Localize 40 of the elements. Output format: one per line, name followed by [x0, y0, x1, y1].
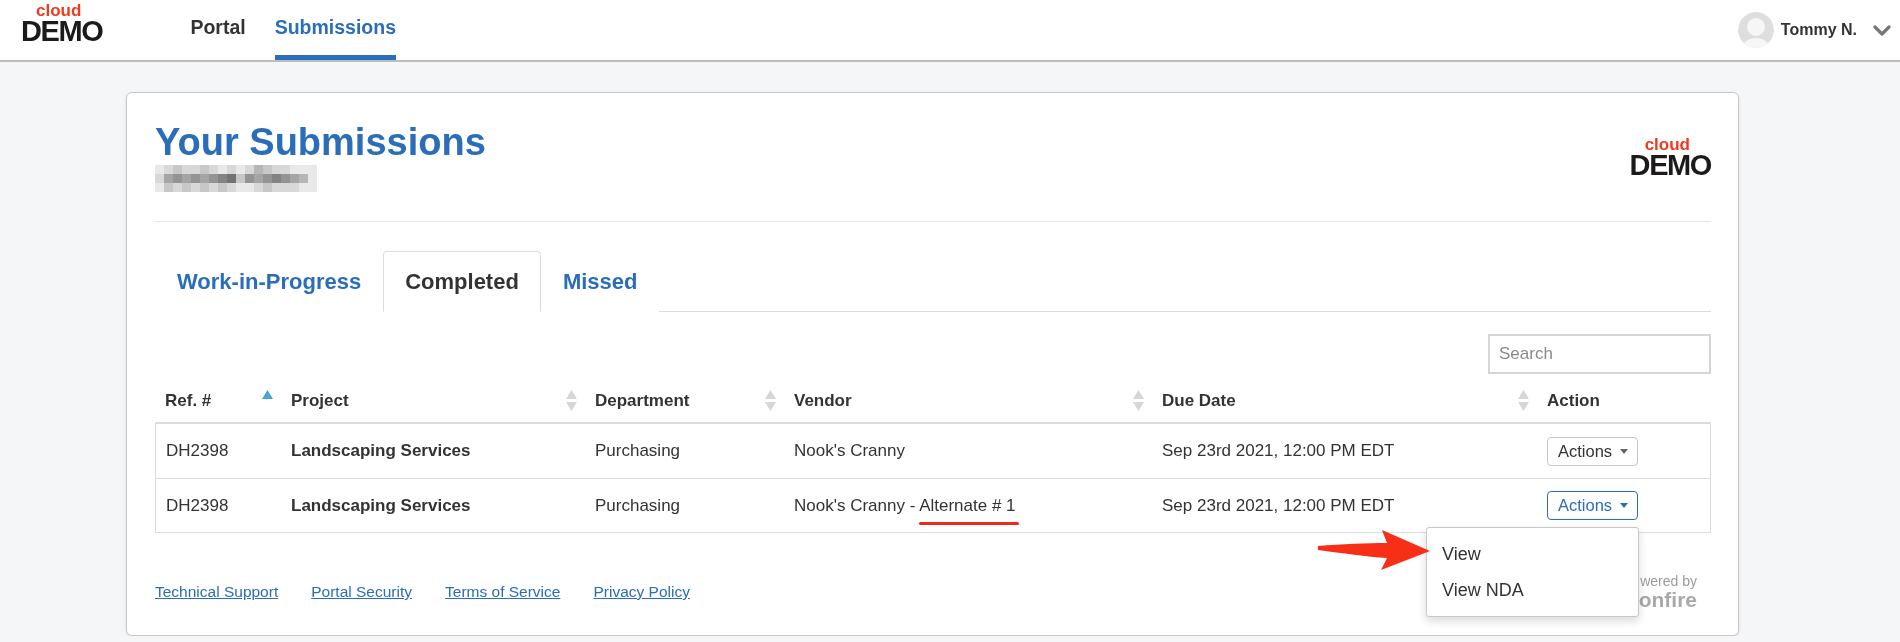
logo-wordmark: DEMO	[1629, 151, 1711, 180]
footer-link[interactable]: Terms of Service	[445, 583, 561, 601]
project-name: Landscaping Services	[291, 495, 471, 516]
column-header[interactable]: Action	[1537, 379, 1711, 422]
column-header[interactable]: Project	[281, 379, 585, 422]
vendor-name: Nook's Cranny	[794, 441, 905, 460]
search-field[interactable]: Search	[1488, 334, 1711, 374]
project-name: Landscaping Services	[291, 441, 471, 461]
actions-dropdown-button[interactable]: Actions	[1547, 491, 1639, 520]
department-name: Purchasing	[595, 495, 681, 516]
footer-link[interactable]: Portal Security	[311, 583, 412, 601]
caret-icon	[1620, 503, 1629, 508]
tab[interactable]: Completed	[383, 251, 541, 312]
due-date: Sep 23rd 2021, 12:00 PM EDT	[1162, 495, 1395, 516]
avatar-icon	[1737, 12, 1774, 48]
powered-by-caption: wered by	[1640, 574, 1697, 588]
ref-number: DH2398	[166, 441, 229, 461]
menu-item[interactable]: View NDA	[1427, 572, 1639, 608]
column-header[interactable]: Due Date	[1152, 379, 1537, 422]
page-title: Your Submissions	[155, 121, 486, 163]
logo-caption: cloud	[36, 2, 82, 19]
actions-dropdown-button[interactable]: Actions	[1547, 436, 1639, 466]
user-menu-button[interactable]: Tommy N.	[1737, 0, 1891, 60]
ref-number: DH2398	[166, 495, 229, 516]
footer-link[interactable]: Technical Support	[155, 583, 279, 601]
brand-wordmark: onfire	[1638, 589, 1697, 610]
menu-item[interactable]: View	[1427, 536, 1639, 572]
logo-wordmark: DEMO	[21, 17, 103, 46]
department-name: Purchasing	[595, 441, 681, 461]
logo-caption: cloud	[1644, 136, 1690, 153]
chevron-down-icon	[1873, 24, 1891, 36]
nav-link[interactable]: Submissions	[274, 0, 397, 60]
vendor-name: Nook's Cranny - Alternate # 1	[794, 495, 1016, 515]
column-header[interactable]: Department	[585, 379, 784, 422]
column-header[interactable]: Vendor	[784, 379, 1152, 422]
nav-link[interactable]: Portal	[190, 0, 246, 60]
due-date: Sep 23rd 2021, 12:00 PM EDT	[1162, 441, 1395, 461]
footer-link[interactable]: Privacy Policy	[593, 583, 690, 601]
column-header[interactable]: Ref. #	[155, 379, 281, 422]
caret-icon	[1620, 448, 1629, 454]
